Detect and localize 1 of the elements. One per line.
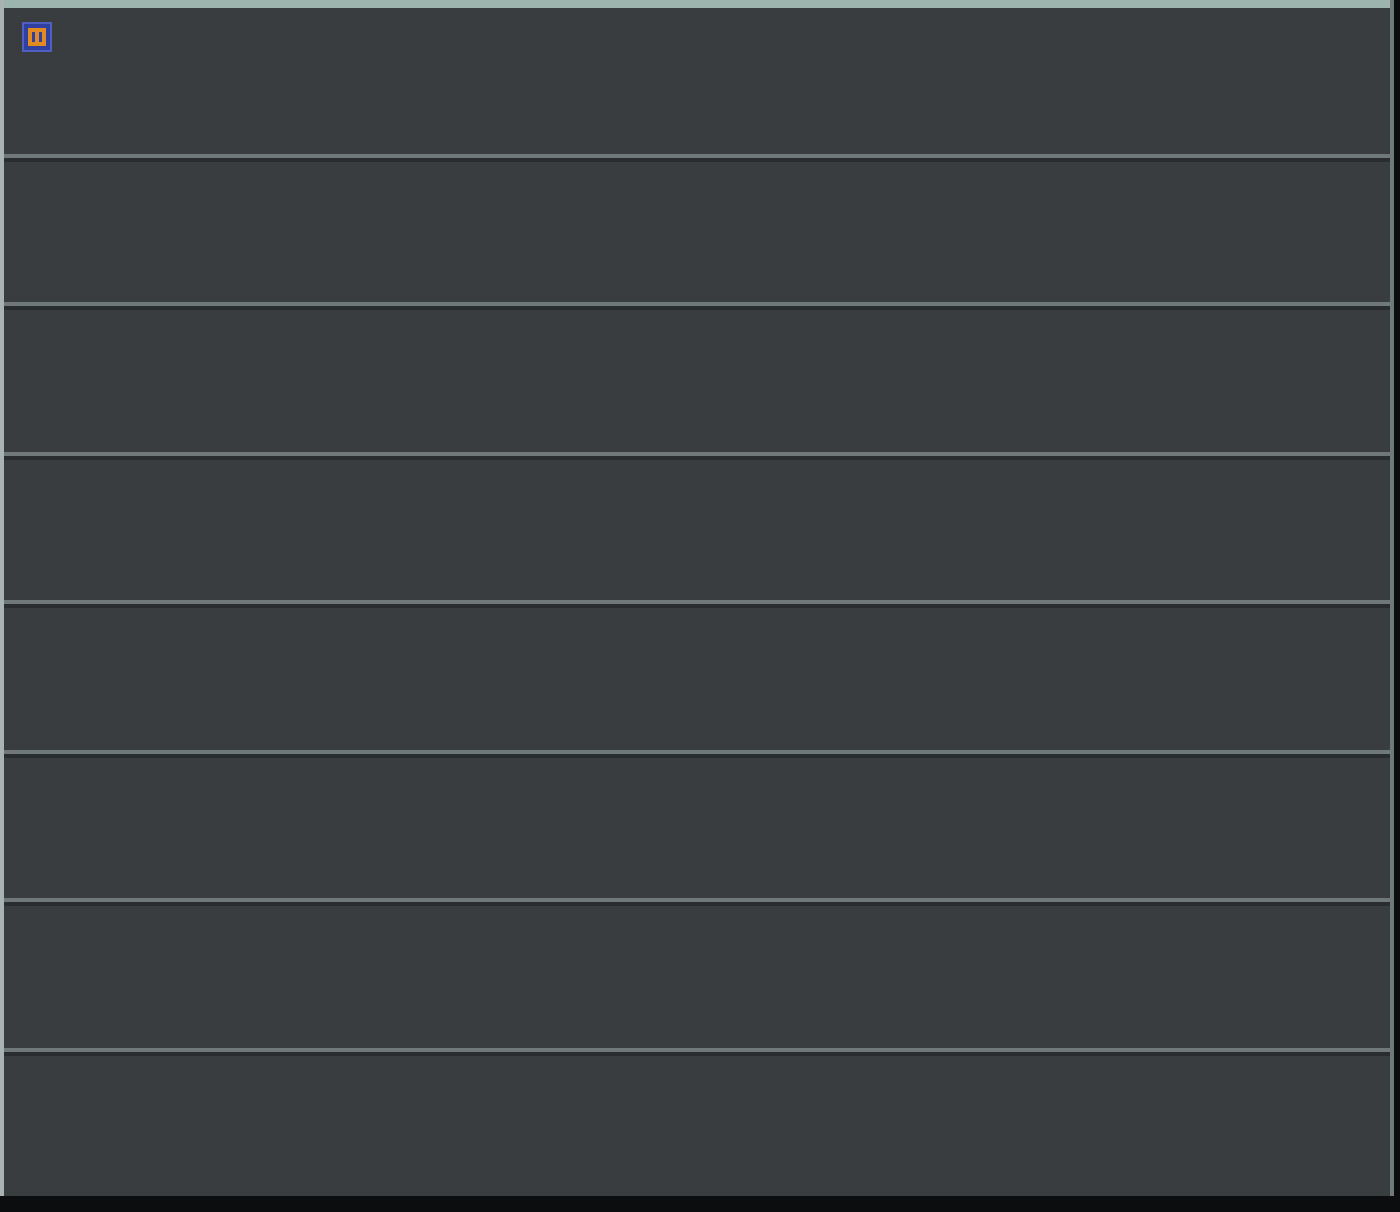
app-icon[interactable]: [22, 22, 52, 52]
